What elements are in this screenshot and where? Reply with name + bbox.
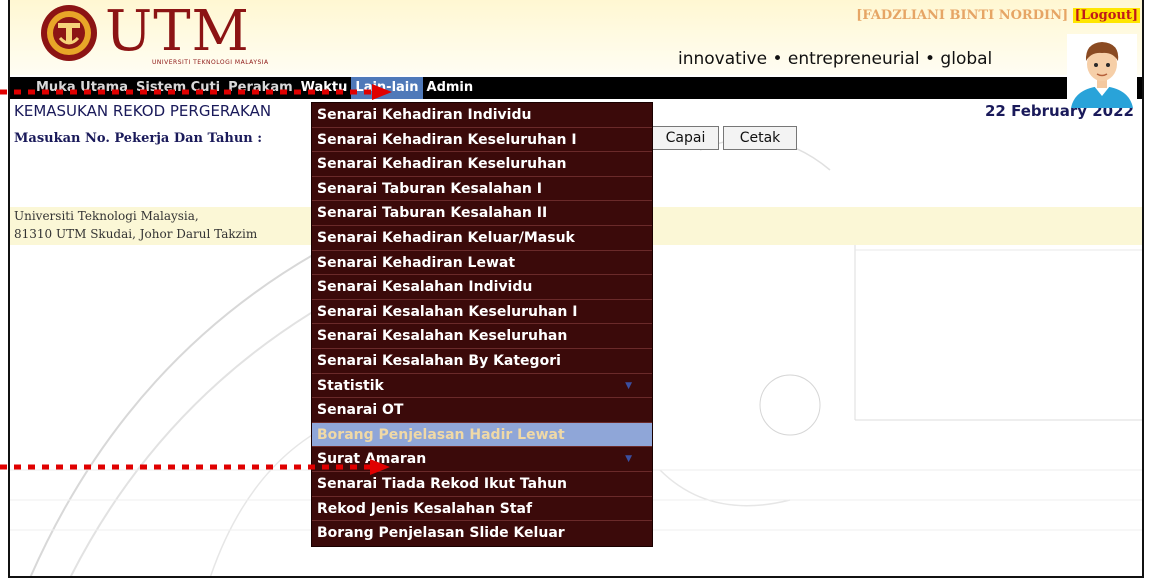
menu-item-rekod-jenis-kesalahan-staf[interactable]: Rekod Jenis Kesalahan Staf: [312, 497, 652, 522]
menu-item-senarai-kehadiran-lewat[interactable]: Senarai Kehadiran Lewat: [312, 251, 652, 276]
utm-seal-logo: [41, 5, 97, 61]
staff-year-label: Masukan No. Pekerja Dan Tahun :: [14, 131, 263, 146]
nav-item-muka-utama[interactable]: Muka Utama: [10, 77, 132, 99]
menu-item-statistik-label: Statistik: [317, 377, 384, 394]
cetak-button[interactable]: Cetak: [723, 126, 797, 150]
tagline: innovative • entrepreneurial • global: [678, 49, 993, 69]
submenu-arrow-icon: ▼: [625, 454, 632, 465]
nav-item-sistem-cuti[interactable]: Sistem Cuti: [132, 77, 224, 99]
menu-item-senarai-taburan-kesalahan-i[interactable]: Senarai Taburan Kesalahan I: [312, 177, 652, 202]
nav-item-admin[interactable]: Admin: [423, 77, 478, 99]
capai-button[interactable]: Capai: [652, 126, 719, 150]
menu-item-senarai-kesalahan-keseluruhan[interactable]: Senarai Kesalahan Keseluruhan: [312, 324, 652, 349]
nav-item-perakam[interactable]: Perakam: [224, 77, 297, 99]
user-info: [FADZLIANI BINTI NORDIN] [Logout]: [856, 8, 1140, 23]
menu-item-senarai-kehadiran-keseluruhan-i[interactable]: Senarai Kehadiran Keseluruhan I: [312, 128, 652, 153]
user-name: [FADZLIANI BINTI NORDIN]: [856, 8, 1069, 23]
menu-item-senarai-kehadiran-keseluruhan[interactable]: Senarai Kehadiran Keseluruhan: [312, 152, 652, 177]
menu-item-surat-amaran[interactable]: Surat Amaran ▼: [312, 447, 652, 472]
page-frame: UTM UNIVERSITI TEKNOLOGI MALAYSIA innova…: [8, 0, 1144, 578]
page-title: KEMASUKAN REKOD PERGERAKAN: [14, 102, 272, 120]
submenu-arrow-icon: ▼: [625, 380, 632, 391]
menu-item-senarai-ot[interactable]: Senarai OT: [312, 398, 652, 423]
menu-item-senarai-tiada-rekod-ikut-tahun[interactable]: Senarai Tiada Rekod Ikut Tahun: [312, 472, 652, 497]
footer-address-line-2: 81310 UTM Skudai, Johor Darul Takzim: [14, 227, 258, 241]
menu-item-borang-penjelasan-slide-keluar[interactable]: Borang Penjelasan Slide Keluar: [312, 521, 652, 546]
nav-item-lain-lain[interactable]: Lain-lain: [351, 77, 423, 99]
menu-item-senarai-taburan-kesalahan-ii[interactable]: Senarai Taburan Kesalahan II: [312, 201, 652, 226]
footer-address-line-1: Universiti Teknologi Malaysia,: [14, 209, 199, 223]
site-header: UTM UNIVERSITI TEKNOLOGI MALAYSIA innova…: [10, 0, 1142, 75]
menu-item-borang-penjelasan-hadir-lewat[interactable]: Borang Penjelasan Hadir Lewat: [312, 422, 652, 448]
main-nav: Muka Utama Sistem Cuti Perakam Waktu Lai…: [10, 77, 1142, 99]
menu-item-statistik[interactable]: Statistik ▼: [312, 374, 652, 399]
nav-item-waktu[interactable]: Waktu: [297, 77, 352, 99]
menu-item-senarai-kesalahan-individu[interactable]: Senarai Kesalahan Individu: [312, 275, 652, 300]
user-avatar-icon: [1067, 34, 1137, 108]
utm-logo-wordmark: UTM: [105, 0, 250, 64]
dropdown-menu: Senarai Kehadiran Individu Senarai Kehad…: [311, 102, 653, 547]
menu-item-senarai-kehadiran-keluar-masuk[interactable]: Senarai Kehadiran Keluar/Masuk: [312, 226, 652, 251]
menu-item-senarai-kesalahan-by-kategori[interactable]: Senarai Kesalahan By Kategori: [312, 349, 652, 374]
menu-item-senarai-kesalahan-keseluruhan-i[interactable]: Senarai Kesalahan Keseluruhan I: [312, 300, 652, 325]
utm-logo-subtext: UNIVERSITI TEKNOLOGI MALAYSIA: [152, 59, 269, 66]
logout-link[interactable]: [Logout]: [1072, 8, 1140, 23]
menu-item-senarai-kehadiran-individu[interactable]: Senarai Kehadiran Individu: [312, 103, 652, 128]
menu-item-surat-amaran-label: Surat Amaran: [317, 451, 427, 468]
